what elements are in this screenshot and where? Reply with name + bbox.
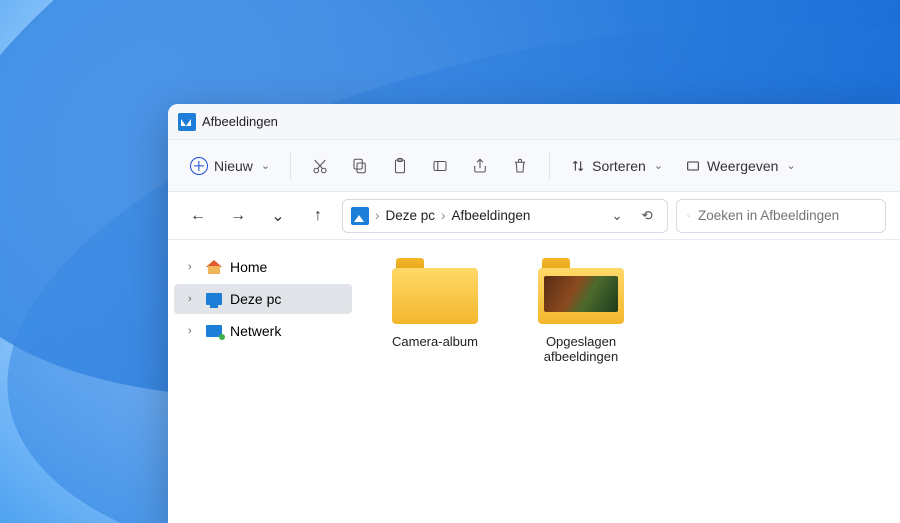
plus-circle-icon bbox=[190, 157, 208, 175]
arrow-up-icon: ↑ bbox=[314, 207, 322, 225]
navigation-bar: ← → ⌄ ↑ › Deze pc › Afbeeldingen ⌄ ⟲ bbox=[168, 192, 900, 240]
chevron-down-icon: ⌄ bbox=[786, 159, 795, 172]
cut-icon bbox=[311, 157, 329, 175]
window-title: Afbeeldingen bbox=[202, 114, 278, 129]
folder-icon bbox=[392, 258, 478, 324]
folder-label: Camera-album bbox=[380, 334, 490, 349]
share-button[interactable] bbox=[463, 149, 497, 183]
separator bbox=[290, 153, 291, 179]
separator bbox=[549, 153, 550, 179]
chevron-right-icon: › bbox=[188, 293, 198, 305]
monitor-icon bbox=[206, 293, 222, 305]
copy-icon bbox=[351, 157, 369, 175]
sidebar-item-home[interactable]: › Home bbox=[174, 252, 352, 282]
delete-button[interactable] bbox=[503, 149, 537, 183]
paste-icon bbox=[391, 157, 409, 175]
paste-button[interactable] bbox=[383, 149, 417, 183]
share-icon bbox=[471, 157, 489, 175]
navigation-pane[interactable]: › Home › Deze pc › Netwerk bbox=[168, 240, 358, 523]
address-bar[interactable]: › Deze pc › Afbeeldingen ⌄ ⟲ bbox=[342, 199, 668, 233]
cut-button[interactable] bbox=[303, 149, 337, 183]
recent-button[interactable]: ⌄ bbox=[262, 200, 294, 232]
chevron-down-icon: ⌄ bbox=[654, 159, 663, 172]
refresh-button[interactable]: ⟲ bbox=[635, 208, 659, 224]
sort-icon bbox=[570, 158, 586, 174]
view-button-label: Weergeven bbox=[707, 158, 778, 174]
title-bar[interactable]: Afbeeldingen bbox=[168, 104, 900, 140]
new-button[interactable]: Nieuw ⌄ bbox=[182, 151, 278, 181]
folder-content[interactable]: Camera-album Opgeslagen afbeeldingen bbox=[358, 240, 900, 523]
command-bar: Nieuw ⌄ Sorteren ⌄ Weergev bbox=[168, 140, 900, 192]
chevron-down-icon: ⌄ bbox=[261, 159, 270, 172]
forward-button[interactable]: → bbox=[222, 200, 254, 232]
folder-item[interactable]: Opgeslagen afbeeldingen bbox=[526, 258, 636, 364]
arrow-right-icon: → bbox=[230, 207, 246, 225]
sort-button-label: Sorteren bbox=[592, 158, 646, 174]
new-button-label: Nieuw bbox=[214, 158, 253, 174]
chevron-right-icon: › bbox=[375, 208, 380, 223]
folder-item[interactable]: Camera-album bbox=[380, 258, 490, 349]
up-button[interactable]: ↑ bbox=[302, 200, 334, 232]
sidebar-item-this-pc[interactable]: › Deze pc bbox=[174, 284, 352, 314]
network-icon bbox=[206, 325, 222, 337]
breadcrumb-segment[interactable]: Deze pc bbox=[386, 208, 436, 223]
delete-icon bbox=[511, 157, 529, 175]
copy-button[interactable] bbox=[343, 149, 377, 183]
search-input[interactable] bbox=[698, 208, 875, 223]
folder-label: Opgeslagen afbeeldingen bbox=[526, 334, 636, 364]
sidebar-item-network[interactable]: › Netwerk bbox=[174, 316, 352, 346]
rename-button[interactable] bbox=[423, 149, 457, 183]
breadcrumb-dropdown[interactable]: ⌄ bbox=[605, 208, 629, 224]
folder-icon bbox=[538, 258, 624, 324]
chevron-right-icon: › bbox=[188, 325, 198, 337]
rename-icon bbox=[431, 157, 449, 175]
view-button[interactable]: Weergeven ⌄ bbox=[677, 152, 804, 180]
pictures-icon bbox=[351, 207, 369, 225]
sidebar-item-label: Netwerk bbox=[230, 323, 281, 339]
breadcrumb-segment[interactable]: Afbeeldingen bbox=[452, 208, 531, 223]
view-icon bbox=[685, 158, 701, 174]
window-body: › Home › Deze pc › Netwerk Camera-album bbox=[168, 240, 900, 523]
search-icon bbox=[687, 209, 690, 223]
sidebar-item-label: Home bbox=[230, 259, 267, 275]
arrow-left-icon: ← bbox=[190, 207, 206, 225]
sort-button[interactable]: Sorteren ⌄ bbox=[562, 152, 671, 180]
chevron-right-icon: › bbox=[441, 208, 446, 223]
home-icon bbox=[206, 260, 222, 274]
back-button[interactable]: ← bbox=[182, 200, 214, 232]
pictures-icon bbox=[178, 113, 196, 131]
sidebar-item-label: Deze pc bbox=[230, 291, 281, 307]
chevron-down-icon: ⌄ bbox=[271, 206, 284, 226]
folder-thumbnail bbox=[544, 276, 618, 312]
search-box[interactable] bbox=[676, 199, 886, 233]
chevron-right-icon: › bbox=[188, 261, 198, 273]
file-explorer-window: Afbeeldingen Nieuw ⌄ Sorteren bbox=[168, 104, 900, 523]
